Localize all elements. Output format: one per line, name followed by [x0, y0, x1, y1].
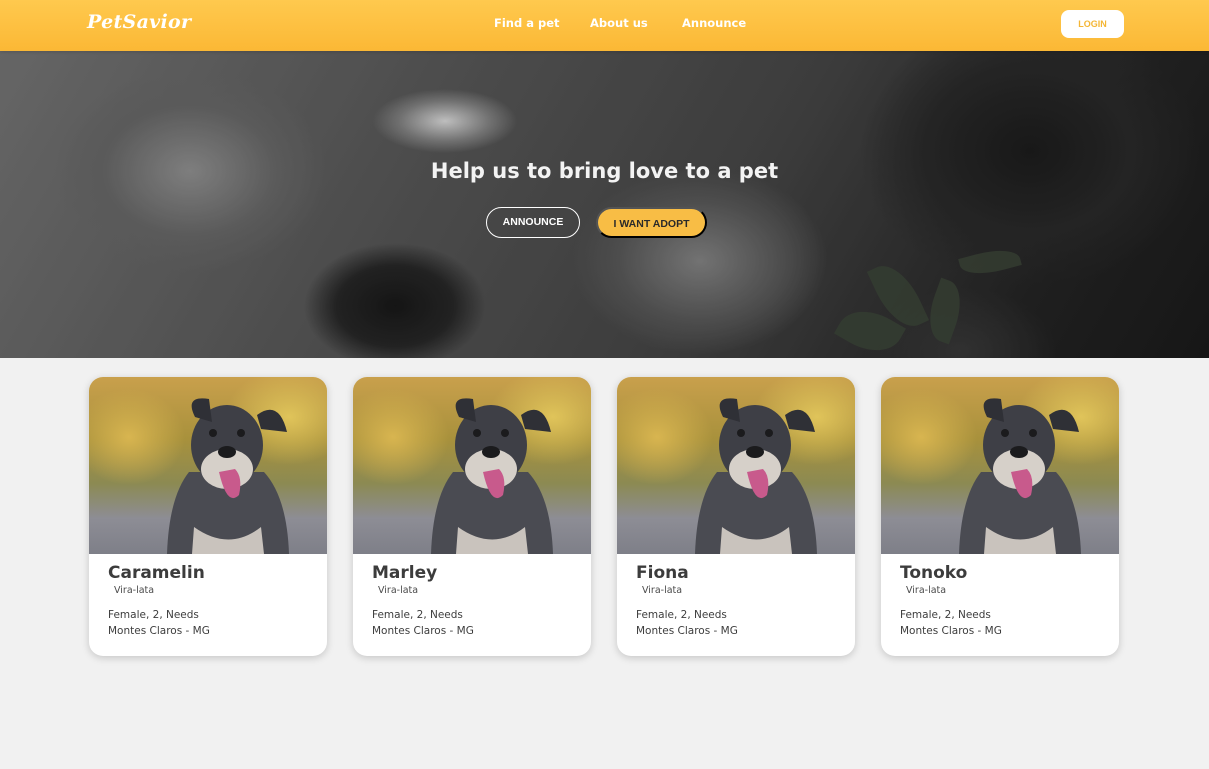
nav-announce[interactable]: Announce [682, 16, 746, 30]
hero-banner: Help us to bring love to a pet ANNOUNCE … [0, 51, 1209, 358]
pet-name: Caramelin [108, 563, 205, 583]
pet-location: Montes Claros - MG [900, 625, 1002, 637]
pet-breed: Vira-lata [378, 585, 419, 596]
dog-illustration [167, 398, 289, 554]
announce-button[interactable]: ANNOUNCE [486, 207, 580, 238]
pet-card[interactable]: Fiona Vira-lata Female, 2, Needs Montes … [617, 377, 855, 656]
nav-about-us[interactable]: About us [590, 16, 648, 30]
pet-location: Montes Claros - MG [108, 625, 210, 637]
pet-card[interactable]: Caramelin Vira-lata Female, 2, Needs Mon… [89, 377, 327, 656]
pet-name: Marley [372, 563, 438, 583]
pet-name: Tonoko [900, 563, 968, 583]
hero-title: Help us to bring love to a pet [430, 159, 779, 183]
pet-photo [353, 377, 591, 554]
pet-name: Fiona [636, 563, 689, 583]
pet-photo [89, 377, 327, 554]
dog-illustration [959, 398, 1081, 554]
main-nav: Find a pet About us Announce [0, 16, 1209, 34]
dog-illustration [431, 398, 553, 554]
pet-info: Female, 2, Needs [900, 609, 991, 621]
nav-find-a-pet[interactable]: Find a pet [494, 16, 560, 30]
hero-overlay [0, 51, 1209, 358]
pet-location: Montes Claros - MG [636, 625, 738, 637]
pet-photo [881, 377, 1119, 554]
dog-illustration [695, 398, 817, 554]
pet-breed: Vira-lata [642, 585, 683, 596]
pet-photo [617, 377, 855, 554]
pet-info: Female, 2, Needs [108, 609, 199, 621]
pet-breed: Vira-lata [906, 585, 947, 596]
adopt-button[interactable]: I WANT ADOPT [596, 207, 707, 238]
pet-info: Female, 2, Needs [372, 609, 463, 621]
pet-info: Female, 2, Needs [636, 609, 727, 621]
login-button[interactable]: LOGIN [1061, 10, 1124, 38]
pet-card[interactable]: Tonoko Vira-lata Female, 2, Needs Montes… [881, 377, 1119, 656]
pet-location: Montes Claros - MG [372, 625, 474, 637]
top-navbar: PetSavior Find a pet About us Announce L… [0, 0, 1209, 51]
pet-card[interactable]: Marley Vira-lata Female, 2, Needs Montes… [353, 377, 591, 656]
pet-breed: Vira-lata [114, 585, 155, 596]
